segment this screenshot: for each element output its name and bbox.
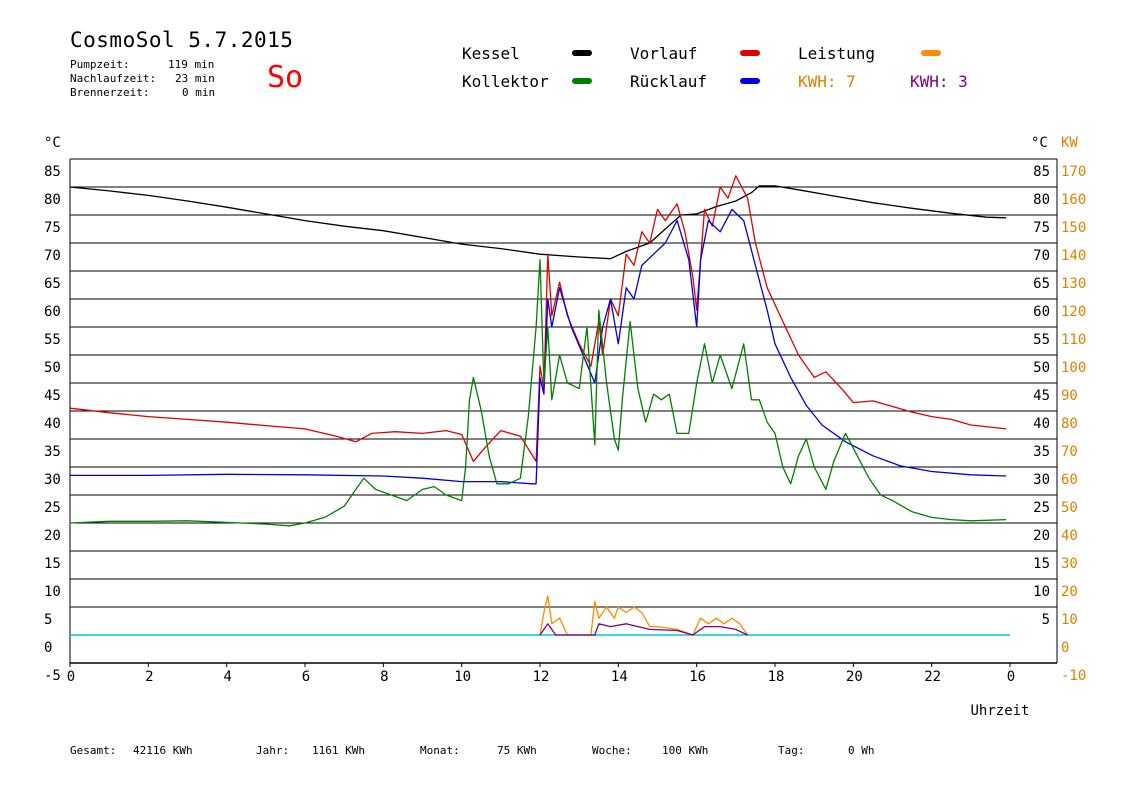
y-tick-label-right-kw: 130 [1061, 276, 1086, 292]
y-tick-label-left: 10 [44, 584, 61, 600]
gesamt-label: Gesamt: [70, 744, 117, 757]
y-tick-label-right-c: 45 [1033, 388, 1050, 404]
y-tick-label-right-kw: 50 [1061, 500, 1078, 516]
y-tick-label-right-kw: 100 [1061, 360, 1086, 376]
jahr-value: 1161 KWh [312, 744, 365, 757]
y-tick-label-left: 65 [44, 276, 61, 292]
x-tick-label: 10 [454, 669, 471, 685]
series-line-r-cklauf [70, 208, 1007, 485]
y-tick-label-right-kw: 110 [1061, 332, 1086, 348]
x-tick-label: 20 [846, 669, 863, 685]
y-tick-label-right-c: 30 [1033, 472, 1050, 488]
y-tick-label-left: 55 [44, 332, 61, 348]
y-tick-label-right-kw: 150 [1061, 220, 1086, 236]
y-tick-label-left: 80 [44, 192, 61, 208]
y-tick-label-left: 15 [44, 556, 61, 572]
y-tick-label-left: 0 [44, 640, 52, 656]
y-tick-label-right-kw: 10 [1061, 612, 1078, 628]
y-tick-label-right-kw: 0 [1061, 640, 1069, 656]
y-tick-label-right-c: 40 [1033, 416, 1050, 432]
gesamt-value: 42116 KWh [133, 744, 193, 757]
x-tick-label: 8 [380, 669, 388, 685]
x-tick-label: 4 [223, 669, 231, 685]
y-axis-unit-right: °C [1031, 135, 1048, 151]
woche-label: Woche: [592, 744, 632, 757]
y-tick-label-right-c: 80 [1033, 192, 1050, 208]
y-tick-label-left: 60 [44, 304, 61, 320]
y-tick-label-right-c: 10 [1033, 584, 1050, 600]
y-axis-unit-left: °C [44, 135, 61, 151]
y-tick-label-right-kw: 140 [1061, 248, 1086, 264]
y-tick-label-right-c: 55 [1033, 332, 1050, 348]
x-tick-label: 12 [533, 669, 550, 685]
jahr-label: Jahr: [256, 744, 290, 757]
y-tick-label-left: 45 [44, 388, 61, 404]
y-tick-label-right-c: 50 [1033, 360, 1050, 376]
series-line-kessel [69, 185, 1007, 260]
y-tick-label-right-c: 75 [1033, 220, 1050, 236]
y-tick-label-right-kw: 90 [1061, 388, 1078, 404]
y-tick-label-right-c: 5 [1042, 612, 1050, 628]
y-tick-label-right-kw: 40 [1061, 528, 1078, 544]
monat-label: Monat: [420, 744, 460, 757]
y-tick-label-left: 5 [44, 612, 52, 628]
x-tick-label: 0 [1007, 669, 1015, 685]
x-tick-label: 6 [302, 669, 310, 685]
y-tick-label-right-kw: 80 [1061, 416, 1078, 432]
x-tick-label: 14 [611, 669, 628, 685]
x-tick-label: 0 [67, 669, 75, 685]
tag-value: 0 Wh [848, 744, 875, 757]
y-tick-label-right-c: 35 [1033, 444, 1050, 460]
y-tick-label-right-c: 85 [1033, 164, 1050, 180]
monat-value: 75 KWh [497, 744, 537, 757]
y-tick-label-right-kw: 60 [1061, 472, 1078, 488]
y-tick-label-left: 50 [44, 360, 61, 376]
x-tick-label: 2 [145, 669, 153, 685]
y-axis-unit-kw: KW [1061, 135, 1078, 151]
y-tick-label-left: 40 [44, 416, 61, 432]
y-tick-label-right-kw: -10 [1061, 668, 1086, 684]
y-tick-label-right-c: 15 [1033, 556, 1050, 572]
y-tick-label-left: 75 [44, 220, 61, 236]
y-tick-label-right-kw: 20 [1061, 584, 1078, 600]
x-tick-label: 22 [924, 669, 941, 685]
tag-label: Tag: [778, 744, 805, 757]
y-tick-label-right-c: 65 [1033, 276, 1050, 292]
y-tick-label-left: -5 [44, 668, 61, 684]
y-tick-label-right-kw: 120 [1061, 304, 1086, 320]
y-tick-label-right-kw: 160 [1061, 192, 1086, 208]
x-axis-title: Uhrzeit [970, 703, 1029, 719]
x-tick-label: 18 [768, 669, 785, 685]
y-tick-label-right-c: 70 [1033, 248, 1050, 264]
y-tick-label-left: 25 [44, 500, 61, 516]
y-tick-label-left: 85 [44, 164, 61, 180]
woche-value: 100 KWh [662, 744, 709, 757]
temperature-chart: 8580757065605550454035302520151050-5°C85… [44, 135, 1086, 719]
y-tick-label-right-c: 25 [1033, 500, 1050, 516]
x-tick-label: 16 [689, 669, 706, 685]
y-tick-label-right-kw: 170 [1061, 164, 1086, 180]
y-tick-label-right-kw: 70 [1061, 444, 1078, 460]
y-tick-label-left: 20 [44, 528, 61, 544]
series-line-leistung [539, 595, 749, 636]
y-tick-label-right-c: 60 [1033, 304, 1050, 320]
y-tick-label-left: 70 [44, 248, 61, 264]
series-line-kwh-3 [539, 623, 748, 636]
y-tick-label-left: 30 [44, 472, 61, 488]
y-tick-label-right-c: 20 [1033, 528, 1050, 544]
y-tick-label-left: 35 [44, 444, 61, 460]
y-tick-label-right-kw: 30 [1061, 556, 1078, 572]
series-line-kollektor [69, 259, 1007, 527]
